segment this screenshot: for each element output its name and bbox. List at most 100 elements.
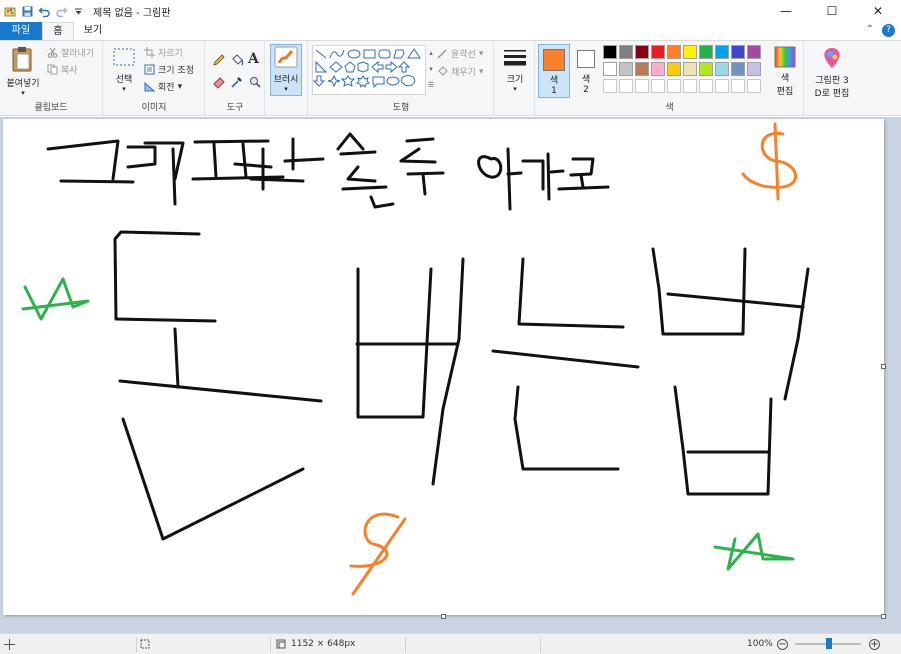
palette-color-swatch[interactable] bbox=[619, 62, 633, 76]
save-icon[interactable] bbox=[21, 5, 34, 18]
fill-bucket-icon[interactable] bbox=[230, 53, 244, 67]
minimize-button[interactable]: — bbox=[763, 0, 809, 22]
tools-group: A 도구 bbox=[206, 41, 265, 116]
outline-icon bbox=[437, 49, 447, 59]
palette-color-swatch[interactable] bbox=[747, 45, 761, 59]
crop-button[interactable]: 자르기 bbox=[144, 46, 183, 59]
palette-color-swatch[interactable] bbox=[651, 45, 665, 59]
palette-color-swatch[interactable] bbox=[619, 45, 633, 59]
customize-toolbar-icon[interactable] bbox=[72, 5, 85, 18]
close-button[interactable]: ✕ bbox=[855, 0, 901, 22]
palette-color-swatch[interactable] bbox=[667, 45, 681, 59]
zoom-out-button[interactable]: − bbox=[777, 634, 788, 654]
size-label: 크기 bbox=[506, 75, 524, 85]
copy-icon bbox=[47, 64, 58, 75]
magnifier-icon[interactable] bbox=[248, 75, 262, 89]
paste-button[interactable]: 붙여넣기 ▾ bbox=[2, 45, 44, 97]
palette-color-swatch[interactable] bbox=[635, 62, 649, 76]
resize-button[interactable]: 크기 조정 bbox=[144, 63, 194, 76]
resize-icon bbox=[144, 64, 155, 75]
select-dropdown-icon[interactable]: ▾ bbox=[108, 85, 140, 93]
shapes-gallery-icons bbox=[312, 48, 421, 89]
tab-home[interactable]: 홈 bbox=[42, 22, 74, 40]
edit-colors-button[interactable]: 색 편집 bbox=[768, 46, 802, 97]
color-picker-icon[interactable] bbox=[230, 75, 244, 89]
color1-button[interactable]: 색 1 bbox=[538, 44, 570, 98]
brushes-dropdown-icon[interactable]: ▾ bbox=[271, 85, 301, 93]
palette-color-swatch[interactable] bbox=[683, 62, 697, 76]
rotate-dropdown-icon[interactable]: ▾ bbox=[178, 82, 183, 92]
rotate-icon bbox=[144, 81, 155, 92]
collapse-ribbon-icon[interactable]: ⌃ bbox=[866, 24, 874, 37]
edit-colors-icon bbox=[774, 46, 796, 68]
shapes-group-label: 도형 bbox=[392, 103, 410, 113]
custom-color-slot[interactable] bbox=[715, 79, 729, 93]
tools-group-label: 도구 bbox=[226, 103, 244, 113]
size-button[interactable]: 크기 ▾ bbox=[499, 47, 531, 93]
custom-color-slot[interactable] bbox=[651, 79, 665, 93]
palette-color-swatch[interactable] bbox=[667, 62, 681, 76]
outline-button[interactable]: 윤곽선 ▾ bbox=[437, 47, 483, 60]
custom-color-slot[interactable] bbox=[683, 79, 697, 93]
custom-color-slot[interactable] bbox=[699, 79, 713, 93]
color2-button[interactable]: 색 2 bbox=[572, 44, 600, 95]
palette-color-swatch[interactable] bbox=[683, 45, 697, 59]
custom-color-slot[interactable] bbox=[667, 79, 681, 93]
custom-color-slot[interactable] bbox=[619, 79, 633, 93]
crop-icon bbox=[144, 47, 155, 58]
fill-button[interactable]: 채우기 ▾ bbox=[437, 65, 483, 78]
brushes-button[interactable]: 브러시 ▾ bbox=[270, 44, 302, 96]
color1-number: 1 bbox=[551, 86, 557, 96]
custom-color-slot[interactable] bbox=[731, 79, 745, 93]
canvas-resize-handle-right[interactable] bbox=[881, 364, 886, 369]
size-dropdown-icon[interactable]: ▾ bbox=[499, 85, 531, 93]
text-tool-icon[interactable]: A bbox=[248, 51, 259, 67]
canvas-workspace[interactable] bbox=[0, 117, 901, 633]
drawing-canvas[interactable] bbox=[3, 119, 884, 615]
palette-color-swatch[interactable] bbox=[715, 62, 729, 76]
zoom-in-button[interactable]: + bbox=[869, 634, 880, 654]
palette-color-swatch[interactable] bbox=[651, 62, 665, 76]
tab-view[interactable]: 보기 bbox=[76, 22, 110, 40]
zoom-slider-thumb[interactable] bbox=[826, 638, 832, 649]
color2-label: 색 bbox=[581, 75, 591, 85]
eraser-icon[interactable] bbox=[212, 75, 226, 89]
select-button[interactable]: 선택 ▾ bbox=[108, 47, 140, 93]
quick-access-toolbar bbox=[0, 5, 85, 18]
palette-color-swatch[interactable] bbox=[699, 45, 713, 59]
palette-color-swatch[interactable] bbox=[715, 45, 729, 59]
help-icon[interactable]: ? bbox=[882, 24, 895, 37]
pencil-icon[interactable] bbox=[212, 53, 226, 67]
redo-icon[interactable] bbox=[55, 5, 68, 18]
rotate-button[interactable]: 회전 ▾ bbox=[144, 80, 182, 93]
cut-label: 잘라내기 bbox=[61, 49, 95, 59]
image-dimensions: 1152 × 648px bbox=[276, 634, 355, 654]
maximize-button[interactable]: ☐ bbox=[809, 0, 855, 22]
palette-color-swatch[interactable] bbox=[699, 62, 713, 76]
color2-swatch bbox=[577, 50, 595, 68]
canvas-resize-handle-bottom[interactable] bbox=[441, 614, 446, 619]
cursor-position-icon bbox=[4, 638, 15, 650]
palette-color-swatch[interactable] bbox=[731, 62, 745, 76]
shapes-gallery[interactable] bbox=[312, 45, 426, 95]
shapes-group: ▴ ▾ ☰ 윤곽선 ▾ 채우기 ▾ 도형 bbox=[309, 41, 494, 116]
custom-color-slot[interactable] bbox=[635, 79, 649, 93]
palette-color-swatch[interactable] bbox=[747, 62, 761, 76]
palette-color-swatch[interactable] bbox=[635, 45, 649, 59]
tab-file[interactable]: 파일 bbox=[0, 22, 42, 40]
undo-icon[interactable] bbox=[38, 5, 51, 18]
palette-color-swatch[interactable] bbox=[731, 45, 745, 59]
palette-color-swatch[interactable] bbox=[603, 62, 617, 76]
paste-dropdown-icon[interactable]: ▾ bbox=[2, 89, 44, 97]
edit-in-paint3d-button[interactable]: 그림판 3 D로 편집 bbox=[809, 46, 855, 99]
shapes-scroll[interactable]: ▴ ▾ ☰ bbox=[427, 45, 435, 95]
custom-color-slot[interactable] bbox=[603, 79, 617, 93]
cut-button[interactable]: 잘라내기 bbox=[47, 46, 94, 59]
copy-button[interactable]: 복사 bbox=[47, 63, 78, 76]
select-label: 선택 bbox=[115, 75, 133, 85]
canvas-resize-handle-corner[interactable] bbox=[881, 614, 886, 619]
select-icon bbox=[113, 48, 135, 66]
handwriting-drawing bbox=[21, 122, 810, 596]
palette-color-swatch[interactable] bbox=[603, 45, 617, 59]
custom-color-slot[interactable] bbox=[747, 79, 761, 93]
